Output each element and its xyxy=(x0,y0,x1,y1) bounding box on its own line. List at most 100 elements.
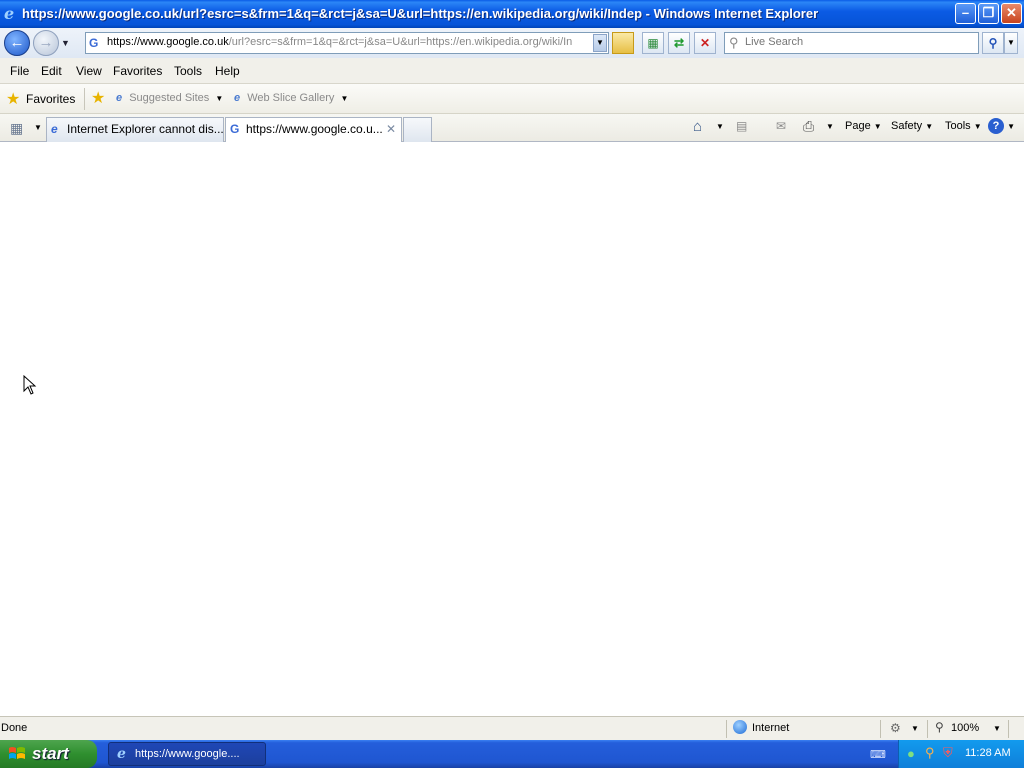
ie-page-icon: e xyxy=(116,92,123,104)
suggested-sites-label: Suggested Sites xyxy=(129,92,210,104)
quick-tabs-icon[interactable]: ▦ xyxy=(10,120,23,137)
tab-ie-cannot-display[interactable]: e Internet Explorer cannot dis... xyxy=(46,117,224,142)
history-dropdown-icon[interactable]: ▼ xyxy=(61,38,70,48)
title-bar: e https://www.google.co.uk/url?esrc=s&fr… xyxy=(0,0,1024,28)
new-tab-button[interactable] xyxy=(403,117,432,142)
suggested-sites-link[interactable]: e Suggested Sites ▼ xyxy=(116,92,223,104)
refresh-button[interactable]: ⇄ xyxy=(668,32,690,54)
minimize-button[interactable]: – xyxy=(955,3,976,24)
read-mail-icon[interactable]: ✉ xyxy=(776,119,786,133)
page-menu-button[interactable]: Page ▼ xyxy=(845,120,882,132)
page-menu-label: Page xyxy=(845,120,871,132)
menu-tools[interactable]: Tools xyxy=(174,64,202,78)
protected-mode-icon[interactable]: ⚙ xyxy=(890,721,901,735)
chevron-down-icon: ▼ xyxy=(973,122,982,131)
tools-menu-button[interactable]: Tools ▼ xyxy=(945,120,982,132)
magnifier-icon: ⚲ xyxy=(988,36,998,50)
page-content[interactable] xyxy=(0,142,1024,716)
search-options-dropdown-icon[interactable]: ▼ xyxy=(1004,32,1018,54)
divider xyxy=(84,88,85,110)
chevron-down-icon: ▼ xyxy=(925,122,934,131)
start-button[interactable]: start xyxy=(0,740,97,768)
address-toolbar: ← → ▼ G https://www.google.co.uk/url?esr… xyxy=(0,28,1024,58)
forward-button[interactable]: → xyxy=(33,30,59,56)
zoom-dropdown-icon[interactable]: ▼ xyxy=(993,724,1001,733)
back-button[interactable]: ← xyxy=(4,30,30,56)
favorites-label: Favorites xyxy=(26,92,76,106)
status-text: Done xyxy=(1,722,28,734)
web-slice-gallery-link[interactable]: e Web Slice Gallery ▼ xyxy=(234,92,348,104)
mouse-cursor-icon xyxy=(23,375,37,395)
ie-logo-icon: e xyxy=(4,4,15,23)
close-tab-icon[interactable]: ✕ xyxy=(386,122,396,136)
menu-favorites[interactable]: Favorites xyxy=(113,64,162,78)
print-dropdown-icon[interactable]: ▼ xyxy=(826,122,834,131)
menu-edit[interactable]: Edit xyxy=(41,64,62,78)
compatibility-icon: ▦ xyxy=(647,36,659,50)
tab-list-dropdown-icon[interactable]: ▼ xyxy=(34,123,42,132)
zoom-level[interactable]: 100% xyxy=(951,722,979,734)
menu-help[interactable]: Help xyxy=(215,64,240,78)
menu-view[interactable]: View xyxy=(76,64,102,78)
help-icon: ? xyxy=(988,118,1004,134)
menu-file[interactable]: File xyxy=(10,64,29,78)
forward-arrow-icon: → xyxy=(38,34,54,51)
stop-button[interactable]: ✕ xyxy=(694,32,716,54)
address-input[interactable]: G https://www.google.co.uk/url?esrc=s&fr… xyxy=(85,32,609,54)
chevron-down-icon: ▼ xyxy=(215,94,224,103)
network-icon[interactable]: ● xyxy=(907,746,915,761)
divider xyxy=(927,720,928,738)
chevron-down-icon[interactable]: ▼ xyxy=(911,724,919,733)
chevron-down-icon: ▼ xyxy=(1007,122,1015,131)
status-bar: Done Internet ⚙ ▼ ⚲ 100% ▼ xyxy=(0,716,1024,740)
back-arrow-icon: ← xyxy=(9,34,25,51)
home-icon[interactable]: ⌂ xyxy=(693,118,702,135)
security-lock-icon[interactable] xyxy=(612,32,634,54)
window-title: https://www.google.co.uk/url?esrc=s&frm=… xyxy=(22,6,819,21)
compatibility-view-button[interactable]: ▦ xyxy=(642,32,664,54)
tab-label: https://www.google.co.u... xyxy=(246,122,383,136)
globe-icon xyxy=(733,720,747,734)
favorites-bar: ★ Favorites ★ e Suggested Sites ▼ e Web … xyxy=(0,84,1024,114)
menu-bar: File Edit View Favorites Tools Help xyxy=(0,58,1024,84)
taskbar-item-ie[interactable]: e https://www.google.... xyxy=(108,742,266,766)
close-icon: ✕ xyxy=(1006,5,1017,20)
search-input[interactable] xyxy=(745,36,970,48)
safety-menu-label: Safety xyxy=(891,120,923,132)
print-icon[interactable]: ⎙ xyxy=(803,118,814,135)
chevron-down-icon: ▼ xyxy=(873,122,882,131)
minimize-icon: – xyxy=(961,5,970,20)
refresh-icon: ⇄ xyxy=(673,36,685,50)
zoom-icon: ⚲ xyxy=(935,720,944,734)
keyboard-icon[interactable]: ⌨ xyxy=(870,748,886,761)
divider xyxy=(880,720,881,738)
home-dropdown-icon[interactable]: ▼ xyxy=(716,122,724,131)
restore-button[interactable]: ❐ xyxy=(978,3,999,24)
safety-menu-button[interactable]: Safety ▼ xyxy=(891,120,933,132)
add-to-favorites-icon[interactable]: ★ xyxy=(91,88,105,108)
ie-logo-icon: e xyxy=(117,746,126,762)
ie-page-icon: e xyxy=(234,92,241,104)
tab-google-redirect[interactable]: G https://www.google.co.u... ✕ xyxy=(225,117,402,143)
security-zone-label[interactable]: Internet xyxy=(752,722,789,734)
divider xyxy=(1008,720,1009,738)
security-scan-icon[interactable]: ⚲ xyxy=(925,745,935,761)
google-favicon-icon: G xyxy=(89,36,99,50)
star-icon: ★ xyxy=(6,91,21,108)
web-slice-gallery-label: Web Slice Gallery xyxy=(247,92,335,104)
close-button[interactable]: ✕ xyxy=(1001,3,1022,24)
tab-label: Internet Explorer cannot dis... xyxy=(67,122,224,136)
shield-icon[interactable]: ⛨ xyxy=(943,745,953,761)
feeds-icon[interactable]: ▤ xyxy=(736,119,747,133)
address-dropdown-icon[interactable]: ▼ xyxy=(593,34,607,52)
windows-flag-icon xyxy=(9,747,25,759)
help-menu-button[interactable]: ? ▼ xyxy=(988,118,1015,134)
start-label: start xyxy=(32,744,69,763)
restore-icon: ❐ xyxy=(982,5,995,20)
taskbar: start e https://www.google.... ⌨ ● ⚲ ⛨ 1… xyxy=(0,740,1024,768)
google-favicon-icon: G xyxy=(230,122,240,136)
chevron-down-icon: ▼ xyxy=(340,94,349,103)
search-go-button[interactable]: ⚲ xyxy=(982,32,1004,54)
search-box[interactable]: ⚲ xyxy=(724,32,979,54)
ie-page-icon: e xyxy=(51,122,58,136)
